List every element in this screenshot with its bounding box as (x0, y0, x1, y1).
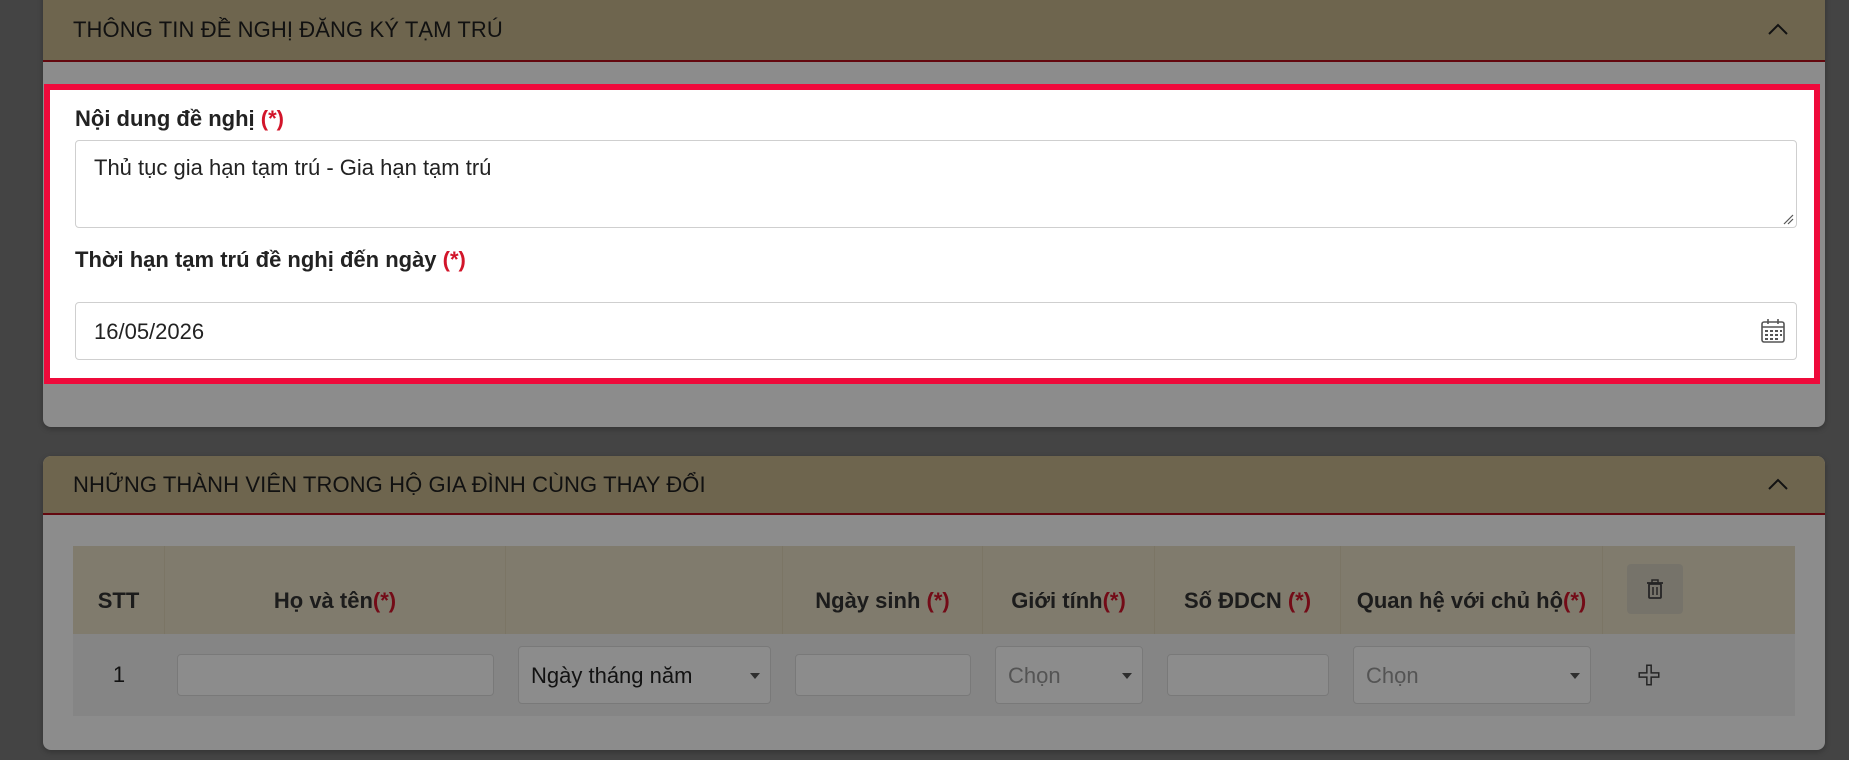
col-id: Số ĐDCN (*) (1155, 546, 1341, 634)
resize-handle-icon[interactable] (1782, 213, 1794, 225)
required-mark: (*) (1102, 588, 1126, 613)
col-actions (1603, 546, 1695, 634)
cell-dob (783, 634, 983, 716)
col-relation-label: Quan hệ với chủ hộ (1356, 588, 1564, 613)
col-relation: Quan hệ với chủ hộ (*) (1341, 546, 1603, 634)
required-mark: (*) (926, 588, 950, 613)
required-mark: (*) (1563, 588, 1587, 613)
required-mark: (*) (1287, 588, 1312, 613)
chevron-up-icon[interactable] (1765, 17, 1791, 43)
household-members-card: NHỮNG THÀNH VIÊN TRONG HỘ GIA ĐÌNH CÙNG … (43, 456, 1825, 750)
dropdown-caret-icon (1122, 673, 1132, 679)
date-format-value: Ngày tháng năm (531, 663, 693, 688)
chevron-up-icon[interactable] (1765, 472, 1791, 498)
required-mark: (*) (442, 247, 466, 272)
cell-id (1155, 634, 1341, 716)
request-content-textarea[interactable]: Thủ tục gia hạn tạm trú - Gia hạn tạm tr… (75, 140, 1797, 228)
col-dob-label: Ngày sinh (815, 588, 921, 613)
members-table: STT Họ và tên (*) Ngày sinh (*) Giới tính… (73, 546, 1795, 716)
relation-placeholder: Chọn (1366, 663, 1419, 688)
name-input[interactable] (177, 654, 494, 696)
section-title: THÔNG TIN ĐỀ NGHỊ ĐĂNG KÝ TẠM TRÚ (73, 17, 503, 42)
col-gender: Giới tính (*) (983, 546, 1155, 634)
required-mark: (*) (260, 106, 284, 131)
plus-icon[interactable] (1636, 662, 1662, 688)
cell-relation: Chọn (1341, 634, 1603, 716)
col-dob: Ngày sinh (*) (783, 546, 983, 634)
col-stt: STT (73, 546, 165, 634)
col-name: Họ và tên (*) (165, 546, 506, 634)
table-header: STT Họ và tên (*) Ngày sinh (*) Giới tính… (73, 546, 1795, 634)
section-header-household-members[interactable]: NHỮNG THÀNH VIÊN TRONG HỘ GIA ĐÌNH CÙNG … (43, 456, 1825, 515)
col-stt-label: STT (97, 588, 140, 613)
request-content-value: Thủ tục gia hạn tạm trú - Gia hạn tạm tr… (94, 155, 492, 180)
id-number-input[interactable] (1167, 654, 1329, 696)
cell-gender: Chọn (983, 634, 1155, 716)
relation-select[interactable]: Chọn (1353, 646, 1591, 704)
gender-placeholder: Chọn (1008, 663, 1061, 688)
col-date-format (506, 546, 783, 634)
cell-date-format: Ngày tháng năm (506, 634, 783, 716)
col-name-label: Họ và tên (273, 588, 373, 613)
trash-icon (1647, 579, 1663, 599)
highlighted-form-region: Nội dung đề nghị (*) Thủ tục gia hạn tạm… (44, 84, 1820, 384)
date-label: Thời hạn tạm trú đề nghị đến ngày (*) (75, 247, 466, 273)
calendar-icon[interactable] (1760, 318, 1786, 344)
section-title: NHỮNG THÀNH VIÊN TRONG HỘ GIA ĐÌNH CÙNG … (73, 471, 706, 497)
required-mark: (*) (372, 588, 397, 613)
cell-name (165, 634, 506, 716)
date-value: 16/05/2026 (94, 319, 205, 344)
content-label: Nội dung đề nghị (*) (75, 106, 284, 132)
dob-input[interactable] (795, 654, 971, 696)
dropdown-caret-icon (750, 673, 760, 679)
section-header-temp-residence[interactable]: THÔNG TIN ĐỀ NGHỊ ĐĂNG KÝ TẠM TRÚ (43, 0, 1825, 62)
col-gender-label: Giới tính (1011, 588, 1103, 613)
date-format-select[interactable]: Ngày tháng năm (518, 646, 771, 704)
col-id-label: Số ĐDCN (1183, 588, 1282, 613)
dropdown-caret-icon (1570, 673, 1580, 679)
cell-actions (1603, 634, 1695, 716)
table-row: 1 Ngày tháng năm Chọn Chọn (73, 634, 1795, 716)
residence-end-date-input[interactable]: 16/05/2026 (75, 302, 1797, 360)
row-stt: 1 (112, 662, 126, 687)
gender-select[interactable]: Chọn (995, 646, 1143, 704)
delete-all-button[interactable] (1627, 564, 1683, 614)
date-label-text: Thời hạn tạm trú đề nghị đến ngày (75, 247, 437, 272)
content-label-text: Nội dung đề nghị (75, 106, 255, 131)
